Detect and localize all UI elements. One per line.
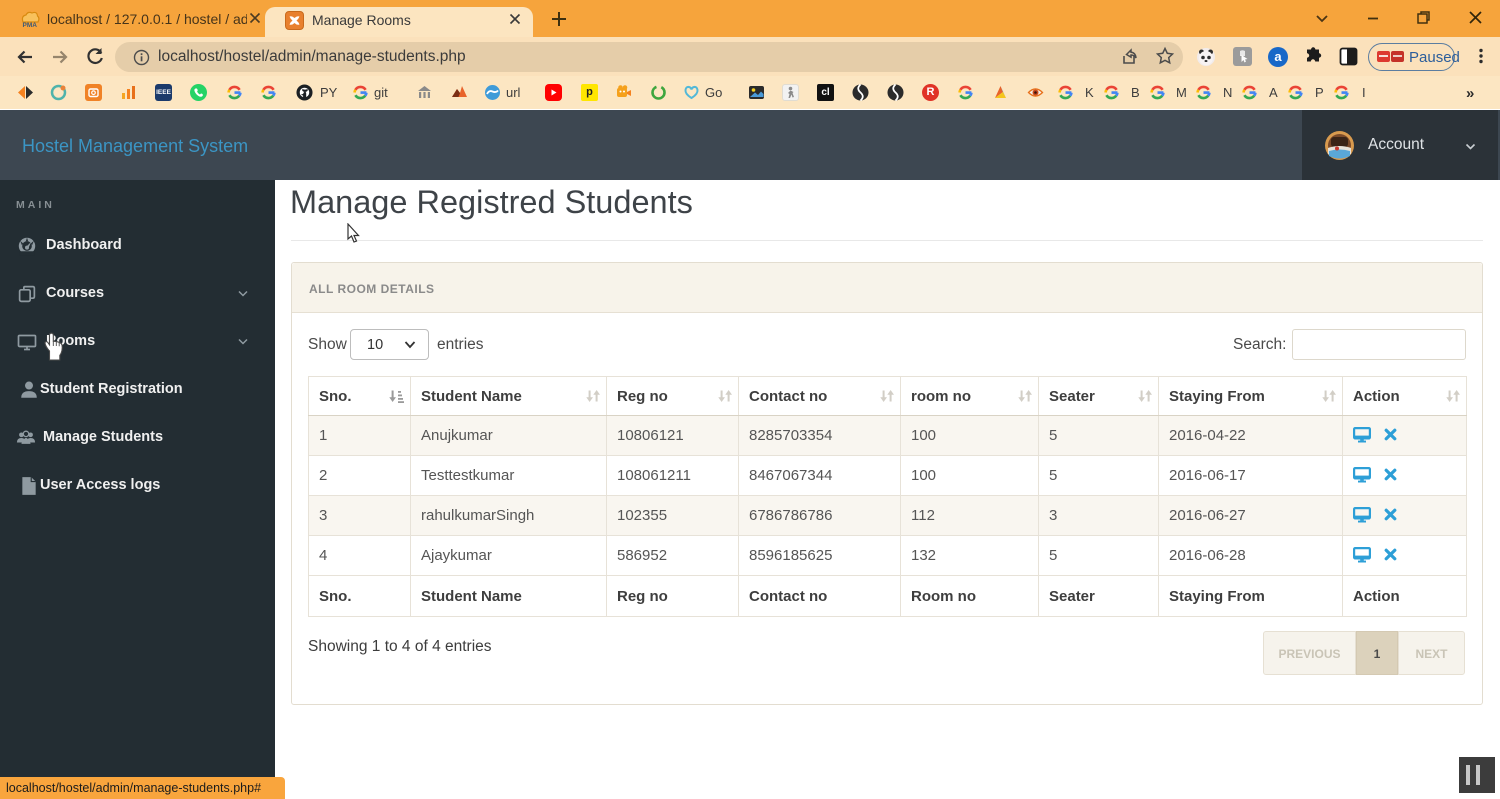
svg-text:PMA: PMA: [23, 22, 38, 29]
